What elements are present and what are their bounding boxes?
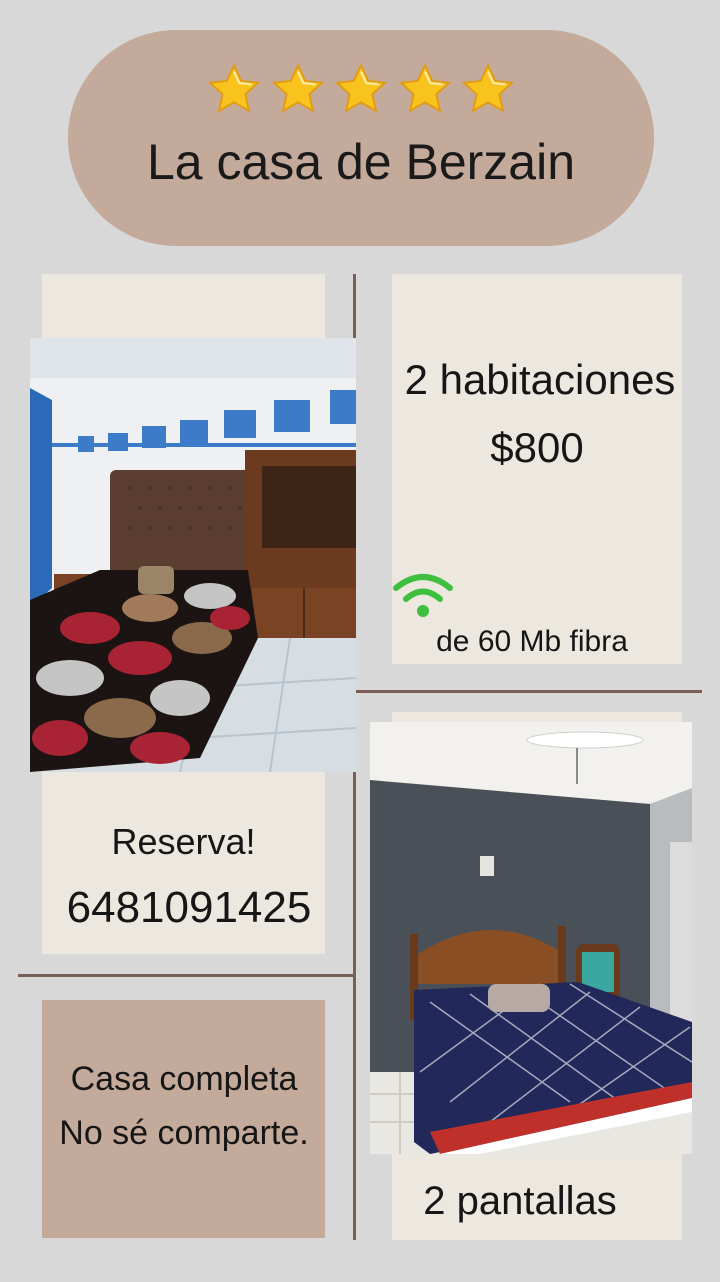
rooms-label: 2 habitaciones (404, 356, 676, 403)
divider-horizontal-left (18, 974, 353, 977)
reserve-label: Reserva! (111, 821, 256, 862)
notice-line-1: Casa completa (70, 1060, 298, 1098)
rating-stars (206, 62, 516, 118)
bedroom-photo-1 (30, 338, 356, 772)
page-title: La casa de Berzain (146, 134, 576, 190)
divider-horizontal-right (356, 690, 702, 693)
internet-label: de 60 Mb fibra (436, 625, 628, 658)
bedroom-photo-2 (370, 722, 692, 1154)
star-icon (461, 63, 515, 113)
phone-number[interactable]: 6481091425 (34, 882, 344, 934)
star-icon (334, 63, 388, 113)
star-icon (398, 63, 451, 113)
notice-line-2: No sé comparte. (59, 1114, 309, 1152)
tv-count-label: 2 pantallas (423, 1179, 617, 1223)
wifi-icon (392, 572, 454, 620)
star-icon (207, 63, 261, 113)
star-icon (271, 63, 324, 113)
price-label: $800 (490, 424, 584, 471)
